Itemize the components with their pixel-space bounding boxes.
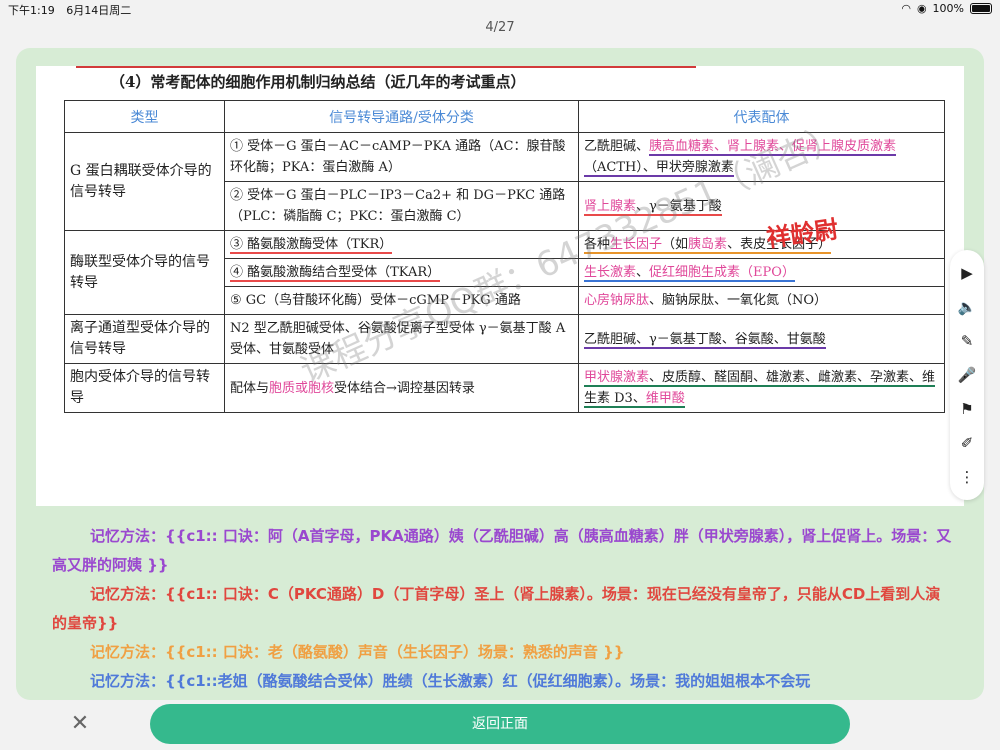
status-time: 下午1:19 bbox=[8, 4, 55, 17]
ligand-cell: 各种生长因子（如胰岛素、表皮生长因子） bbox=[578, 230, 945, 259]
pathway-text: ④ 酪氨酸激酶结合型受体（TKAR） bbox=[230, 265, 441, 282]
pathway-cell: 配体与胞质或胞核受体结合→调控基因转录 bbox=[224, 363, 579, 413]
battery-percent: 100% bbox=[932, 2, 964, 15]
ligand-cell: 乙酰胆碱、γ－氨基丁酸、谷氨酸、甘氨酸 bbox=[578, 314, 945, 364]
header-pathway: 信号转导通路/受体分类 bbox=[224, 100, 579, 133]
page-counter: 4/27 bbox=[485, 20, 515, 35]
wifi-icon: ◠ bbox=[901, 2, 911, 15]
ligand-text: 乙酰胆碱、 bbox=[584, 139, 650, 154]
status-bar: 下午1:19 6月14日周二 ◠ ◉ 100% bbox=[0, 0, 1000, 18]
pathway-cell: ⑤ GC（鸟苷酸环化酶）受体－cGMP－PKG 通路 bbox=[224, 286, 579, 315]
ligand-highlight: 胰岛素 bbox=[688, 237, 728, 254]
pathway-cell: ① 受体－G 蛋白－AC－cAMP－PKA 通路（AC：腺苷酸环化酶；PKA：蛋… bbox=[224, 132, 579, 182]
type-cell: G 蛋白耦联受体介导的信号转导 bbox=[64, 132, 225, 231]
ligand-text: 、 bbox=[636, 265, 650, 282]
pathway-text: 配体与 bbox=[230, 380, 270, 396]
flag-icon[interactable]: ⚑ bbox=[956, 398, 978, 420]
table-row: 胞内受体介导的信号转导 配体与胞质或胞核受体结合→调控基因转录 甲状腺激素、皮质… bbox=[64, 363, 945, 413]
back-to-front-button[interactable]: 返回正面 bbox=[150, 704, 850, 744]
pencil-icon[interactable]: ✎ bbox=[956, 330, 978, 352]
ligand-highlight: （EPO） bbox=[740, 265, 795, 282]
ligand-text: 、脑钠尿肽、一氧化氮（NO） bbox=[649, 293, 828, 308]
battery-icon bbox=[970, 3, 992, 14]
speaker-icon[interactable]: 🔈 bbox=[956, 296, 978, 318]
type-cell: 胞内受体介导的信号转导 bbox=[64, 363, 225, 413]
ligand-highlight: 胰高血糖素、肾上腺素、促肾上腺皮质激素 bbox=[649, 139, 897, 156]
ligand-text: （如 bbox=[662, 237, 689, 254]
ligand-highlight: 生长激素 bbox=[584, 265, 637, 282]
memory-note: 记忆方法：{{c1::老姐（酪氨酸结合受体）胜绩（生长激素）红（促红细胞素）。场… bbox=[90, 672, 811, 690]
flashcard: （4）常考配体的细胞作用机制归纳总结（近几年的考试重点） 类型 信号转导通路/受… bbox=[16, 48, 984, 700]
pathway-highlight: 胞质或胞核 bbox=[269, 380, 335, 396]
table-header-row: 类型 信号转导通路/受体分类 代表配体 bbox=[64, 100, 945, 133]
ligand-cell: 甲状腺激素、皮质醇、醛固酮、雄激素、雌激素、孕激素、维生素 D3、维甲酸 bbox=[578, 363, 945, 413]
pathway-cell: ④ 酪氨酸激酶结合型受体（TKAR） bbox=[224, 258, 579, 287]
pathway-cell: N2 型乙酰胆碱受体、谷氨酸促离子型受体 γ－氨基丁酸 A 受体、甘氨酸受体 bbox=[224, 314, 579, 364]
status-right: ◠ ◉ 100% bbox=[901, 2, 992, 15]
location-icon: ◉ bbox=[916, 2, 927, 15]
table-row: G 蛋白耦联受体介导的信号转导 ① 受体－G 蛋白－AC－cAMP－PKA 通路… bbox=[64, 132, 945, 231]
ligand-text: （ACTH）、甲状旁腺激素 bbox=[584, 160, 734, 177]
ligand-highlight: 生长因子 bbox=[610, 237, 663, 254]
ligand-text: 各种 bbox=[584, 237, 611, 254]
status-date: 6月14日周二 bbox=[66, 4, 132, 17]
more-icon[interactable]: ⋮ bbox=[956, 466, 978, 488]
play-icon[interactable]: ▶ bbox=[956, 262, 978, 284]
memory-notes: 记忆方法：{{c1:: 口诀：阿（A首字母，PKA通路）姨（乙酰胆碱）高（胰高血… bbox=[52, 522, 952, 696]
ligand-text: 乙酰胆碱、γ－氨基丁酸、谷氨酸、甘氨酸 bbox=[584, 331, 826, 349]
table-row: 离子通道型受体介导的信号转导 N2 型乙酰胆碱受体、谷氨酸促离子型受体 γ－氨基… bbox=[64, 314, 945, 364]
scanned-image: （4）常考配体的细胞作用机制归纳总结（近几年的考试重点） 类型 信号转导通路/受… bbox=[36, 66, 964, 506]
ligand-cell: 心房钠尿肽、脑钠尿肽、一氧化氮（NO） bbox=[578, 286, 945, 315]
microphone-icon[interactable]: 🎤 bbox=[956, 364, 978, 386]
pathway-cell: ③ 酪氨酸激酶受体（TKR） bbox=[224, 230, 579, 259]
bottom-bar: ✕ 返回正面 bbox=[0, 700, 1000, 750]
ligand-cell: 乙酰胆碱、胰高血糖素、肾上腺素、促肾上腺皮质激素 （ACTH）、甲状旁腺激素 bbox=[578, 132, 945, 182]
header-ligand: 代表配体 bbox=[578, 100, 945, 133]
pathway-text: ③ 酪氨酸激酶受体（TKR） bbox=[230, 237, 393, 254]
ligand-highlight: 促红细胞生成素 bbox=[649, 265, 741, 282]
header-type: 类型 bbox=[64, 100, 225, 133]
pathway-text: 受体结合→调控基因转录 bbox=[334, 380, 475, 396]
scan-title: （4）常考配体的细胞作用机制归纳总结（近几年的考试重点） bbox=[110, 73, 526, 91]
scan-top-line bbox=[76, 66, 696, 68]
close-icon[interactable]: ✕ bbox=[66, 710, 94, 738]
side-toolbar: ▶ 🔈 ✎ 🎤 ⚑ ✐ ⋮ bbox=[950, 250, 984, 500]
memory-note: 记忆方法：{{c1:: 口诀：阿（A首字母，PKA通路）姨（乙酰胆碱）高（胰高血… bbox=[52, 527, 952, 574]
ligand-cell: 生长激素、促红细胞生成素（EPO） bbox=[578, 258, 945, 287]
ligand-cell: 肾上腺素、γ－氨基丁酸 bbox=[578, 181, 945, 231]
type-cell: 离子通道型受体介导的信号转导 bbox=[64, 314, 225, 364]
type-cell: 酶联型受体介导的信号转导 bbox=[64, 230, 225, 315]
memory-note: 记忆方法：{{c1:: 口诀：老（酪氨酸）声音（生长因子）场景：熟悉的声音 }} bbox=[90, 643, 625, 661]
memory-note: 记忆方法：{{c1:: 口诀：C（PKC通路）D（丁首字母）圣上（肾上腺素）。场… bbox=[52, 585, 941, 632]
ligand-highlight: 肾上腺素 bbox=[584, 198, 637, 216]
status-left: 下午1:19 6月14日周二 bbox=[8, 2, 139, 18]
ligand-table: 类型 信号转导通路/受体分类 代表配体 G 蛋白耦联受体介导的信号转导 ① 受体… bbox=[64, 100, 945, 413]
ligand-highlight: 维甲酸 bbox=[645, 391, 685, 408]
ligand-highlight: 甲状腺激素 bbox=[584, 370, 650, 387]
pathway-cell: ② 受体－G 蛋白－PLC－IP3－Ca2+ 和 DG－PKC 通路（PLC：磷… bbox=[224, 181, 579, 231]
ligand-highlight: 心房钠尿肽 bbox=[584, 293, 650, 308]
brush-icon[interactable]: ✐ bbox=[956, 432, 978, 454]
ligand-text: 、γ－氨基丁酸 bbox=[636, 198, 722, 216]
